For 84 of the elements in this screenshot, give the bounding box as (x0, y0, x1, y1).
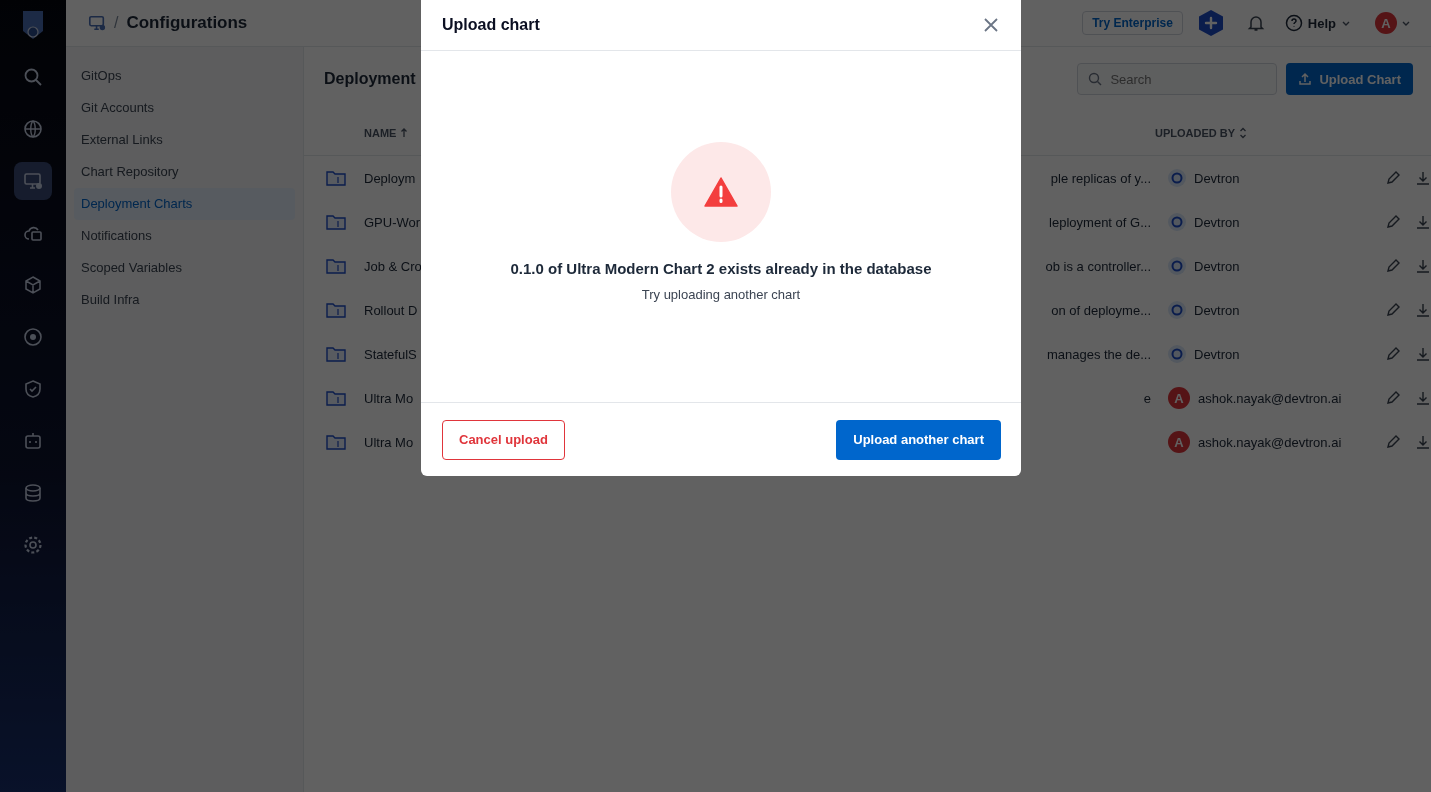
download-icon[interactable] (1415, 214, 1431, 230)
hexagon-icon[interactable] (1196, 9, 1225, 37)
chart-description: on of deployme... (1050, 302, 1151, 318)
sort-icon[interactable] (1239, 127, 1248, 139)
upload-icon (1298, 72, 1313, 86)
folder-icon (326, 170, 346, 186)
chart-description: ob is a controller... (1044, 258, 1151, 274)
sidebar-item[interactable]: Chart Repository (74, 156, 295, 188)
database-icon[interactable] (23, 483, 43, 503)
settings-icon[interactable] (23, 535, 43, 555)
disk-icon[interactable] (23, 327, 43, 347)
folder-icon (326, 434, 346, 450)
devtron-logo-icon (1168, 257, 1186, 275)
search-icon (1088, 72, 1103, 86)
uploader-name: Devtron (1194, 302, 1240, 318)
uploader-name: ashok.nayak@devtron.ai (1198, 390, 1342, 406)
chart-description: e (1142, 390, 1151, 406)
robot-icon[interactable] (23, 431, 43, 451)
download-icon[interactable] (1415, 258, 1431, 274)
globe-icon[interactable] (23, 119, 43, 139)
edit-icon[interactable] (1385, 258, 1401, 274)
sidebar-item[interactable]: Deployment Charts (74, 188, 295, 220)
devtron-logo-icon (1168, 301, 1186, 319)
try-enterprise-button[interactable]: Try Enterprise (1082, 11, 1183, 35)
uploader-name: Devtron (1194, 214, 1240, 230)
folder-icon (326, 390, 346, 406)
monitor-icon[interactable] (23, 171, 43, 191)
search-icon[interactable] (23, 67, 43, 87)
bell-icon[interactable] (1246, 14, 1265, 32)
user-avatar: A (1168, 387, 1190, 409)
sort-arrow-icon[interactable] (400, 128, 409, 138)
sidebar-item[interactable]: Scoped Variables (74, 252, 295, 284)
devtron-logo-icon (1168, 213, 1186, 231)
sidebar-item[interactable]: External Links (74, 124, 295, 156)
close-button[interactable] (983, 17, 999, 33)
edit-icon[interactable] (1385, 214, 1401, 230)
edit-icon[interactable] (1385, 434, 1401, 450)
dialog-title: Upload chart (442, 16, 540, 34)
sidebar-item[interactable]: GitOps (74, 60, 295, 92)
download-icon[interactable] (1415, 346, 1431, 362)
page-title: Configurations (126, 13, 248, 33)
column-header[interactable]: NAME (364, 127, 397, 139)
section-title: Deployment (324, 70, 416, 88)
monitor-icon (88, 14, 106, 32)
download-icon[interactable] (1415, 170, 1431, 186)
chart-description: leployment of G... (1048, 214, 1151, 230)
sidebar-item[interactable]: Git Accounts (74, 92, 295, 124)
error-hint: Try uploading another chart (641, 287, 801, 302)
folder-icon (326, 258, 346, 274)
folder-icon (326, 302, 346, 318)
warning-icon (704, 177, 738, 207)
chart-description: ple replicas of y... (1049, 170, 1151, 186)
logo-icon[interactable] (20, 9, 46, 41)
cancel-upload-button[interactable]: Cancel upload (442, 419, 565, 460)
upload-another-chart-button[interactable]: Upload another chart (836, 419, 1001, 460)
upload-chart-button[interactable]: Upload Chart (1286, 63, 1413, 95)
user-avatar[interactable]: A (1375, 12, 1397, 34)
folder-icon (326, 214, 346, 230)
devtron-logo-icon (1168, 169, 1186, 187)
user-avatar: A (1168, 431, 1190, 453)
nav-rail-item[interactable] (14, 162, 52, 200)
uploader-name: Devtron (1194, 170, 1240, 186)
help-menu[interactable]: Help (1284, 14, 1351, 32)
download-icon[interactable] (1415, 302, 1431, 318)
error-message: 0.1.0 of Ultra Modern Chart 2 exists already in the database (510, 260, 932, 277)
breadcrumb-separator: / (114, 14, 119, 32)
chart-description: manages the de... (1045, 346, 1151, 362)
edit-icon[interactable] (1385, 302, 1401, 318)
cube-icon[interactable] (23, 275, 43, 295)
folder-icon (326, 346, 346, 362)
uploader-name: Devtron (1194, 346, 1240, 362)
sidebar-item[interactable]: Build Infra (74, 284, 295, 316)
shield-icon[interactable] (23, 379, 43, 399)
help-icon[interactable] (1284, 14, 1303, 32)
uploader-name: ashok.nayak@devtron.ai (1198, 434, 1342, 450)
download-icon[interactable] (1415, 434, 1431, 450)
sidebar-item[interactable]: Notifications (74, 220, 295, 252)
devtron-logo-icon (1168, 345, 1186, 363)
column-header[interactable]: UPLOADED BY (1155, 127, 1236, 139)
edit-icon[interactable] (1385, 346, 1401, 362)
edit-icon[interactable] (1385, 170, 1401, 186)
download-icon[interactable] (1415, 390, 1431, 406)
uploader-name: Devtron (1194, 258, 1240, 274)
edit-icon[interactable] (1385, 390, 1401, 406)
